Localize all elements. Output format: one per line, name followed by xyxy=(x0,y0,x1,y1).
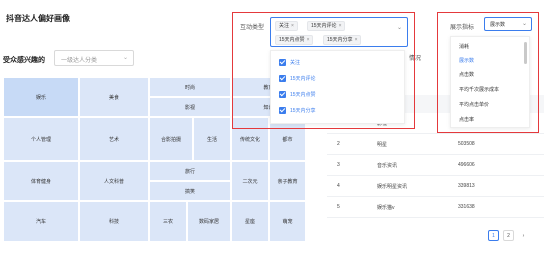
name-cell: 娱乐猫v xyxy=(377,205,395,211)
name-cell: 娱乐明星资讯 xyxy=(377,184,408,190)
treemap-tile[interactable]: 搞笑 xyxy=(149,181,231,201)
table-row[interactable]: 2 明星 503508 xyxy=(327,134,544,155)
menu-item-cpm[interactable]: 平均千次展示成本 xyxy=(459,86,499,93)
tag-label: 15天内点赞 xyxy=(279,37,305,43)
value-cell: 339813 xyxy=(458,183,475,189)
table-row[interactable]: 4 娱乐明星资讯 339813 xyxy=(327,176,544,197)
treemap-tile[interactable]: 美食 xyxy=(79,77,149,117)
chevron-down-icon: ⌄ xyxy=(396,25,402,31)
rank-cell: 2 xyxy=(337,141,340,147)
close-icon[interactable]: × xyxy=(291,23,294,29)
treemap-tile[interactable]: 传统文化 xyxy=(231,117,269,161)
menu-item-cost[interactable]: 消耗 xyxy=(459,43,469,50)
value-cell: 331638 xyxy=(458,204,475,210)
checkbox-checked-icon[interactable] xyxy=(279,58,286,66)
table-row[interactable]: 3 音乐资讯 496606 xyxy=(327,155,544,176)
treemap-tile[interactable]: 个人管理 xyxy=(3,117,79,161)
scrollbar[interactable] xyxy=(524,42,527,64)
treemap-tile[interactable]: 艺术 xyxy=(79,117,149,161)
treemap-tile[interactable]: 时尚 xyxy=(149,77,231,97)
menu-item-clicks[interactable]: 点击数 xyxy=(459,71,474,78)
chevron-down-icon: ⌄ xyxy=(122,55,128,61)
close-icon[interactable]: × xyxy=(355,37,358,43)
rank-cell: 5 xyxy=(337,204,340,210)
menu-item-ctr[interactable]: 点击率 xyxy=(459,116,474,123)
page-2-button[interactable]: 2 xyxy=(503,230,514,241)
section-title: 受众感兴趣的 xyxy=(3,57,45,64)
metric-select[interactable]: 展示数 ⌄ xyxy=(484,17,532,31)
category-select-placeholder: 一级达人分类 xyxy=(61,58,98,64)
treemap-tile[interactable]: 人文科普 xyxy=(79,161,149,201)
menu-item-label: 15天内评论 xyxy=(290,75,316,82)
name-cell: 明星 xyxy=(377,142,388,148)
treemap-tile[interactable]: 星座 xyxy=(231,201,269,242)
treemap-tile[interactable]: 三农 xyxy=(149,201,187,242)
interest-treemap: 娱乐 美食 时尚 教育 影视 知识 个人管理 艺术 合影拍摄 生活 传统文化 都… xyxy=(3,77,306,242)
tag-share[interactable]: 15天内分享 × xyxy=(323,35,362,45)
tag-label: 15天内评论 xyxy=(311,23,337,29)
category-select[interactable]: 一级达人分类 ⌄ xyxy=(54,50,134,66)
checkbox-checked-icon[interactable] xyxy=(279,90,286,98)
interaction-type-select[interactable]: 关注 × 15天内评论 × 15天内点赞 × 15天内分享 × ⌄ xyxy=(270,17,408,47)
metric-menu: 消耗 展示数 点击数 平均千次展示成本 平均点击单价 点击率 xyxy=(450,36,530,128)
treemap-tile[interactable]: 数码家居 xyxy=(187,201,231,242)
treemap-tile[interactable]: 汽车 xyxy=(3,201,79,242)
treemap-tile[interactable]: 体育健身 xyxy=(3,161,79,201)
menu-item-label: 15天内分享 xyxy=(290,107,316,114)
table-heading: 情况 xyxy=(409,56,422,62)
treemap-tile[interactable]: 萌宠 xyxy=(269,201,306,242)
table-row[interactable]: 5 娱乐猫v 331638 xyxy=(327,197,544,218)
metric-select-value: 展示数 xyxy=(490,22,506,28)
menu-item-share[interactable]: 15天内分享 xyxy=(279,104,316,116)
tag-comment[interactable]: 15天内评论 × xyxy=(307,21,346,31)
menu-item-cpc[interactable]: 平均点击单价 xyxy=(459,101,489,108)
menu-item-impressions[interactable]: 展示数 xyxy=(459,57,474,64)
tag-like[interactable]: 15天内点赞 × xyxy=(275,35,314,45)
treemap-tile[interactable]: 娱乐 xyxy=(3,77,79,117)
treemap-tile[interactable]: 科技 xyxy=(79,201,149,242)
treemap-tile[interactable]: 生活 xyxy=(193,117,231,161)
tag-follow[interactable]: 关注 × xyxy=(275,21,298,31)
treemap-tile[interactable]: 亲子教育 xyxy=(269,161,306,201)
metric-label: 展示指标 xyxy=(450,25,475,31)
page-title: 抖音达人偏好画像 xyxy=(6,14,70,23)
next-page-button[interactable]: › xyxy=(518,230,529,241)
tag-label: 15天内分享 xyxy=(327,37,353,43)
chevron-down-icon: ⌄ xyxy=(521,21,527,27)
close-icon[interactable]: × xyxy=(339,23,342,29)
menu-item-follow[interactable]: 关注 xyxy=(279,56,300,68)
interaction-type-label: 互动类型 xyxy=(240,25,265,31)
menu-item-like[interactable]: 15天内点赞 xyxy=(279,88,316,100)
menu-item-label: 15天内点赞 xyxy=(290,91,316,98)
value-cell: 496606 xyxy=(458,162,475,168)
checkbox-checked-icon[interactable] xyxy=(279,74,286,82)
treemap-tile[interactable]: 旅行 xyxy=(149,161,231,181)
page-1-button[interactable]: 1 xyxy=(488,230,499,241)
tag-label: 关注 xyxy=(279,23,290,29)
name-cell: 音乐资讯 xyxy=(377,163,398,169)
value-cell: 503508 xyxy=(458,141,475,147)
menu-item-label: 关注 xyxy=(290,59,301,66)
rank-cell: 4 xyxy=(337,183,340,189)
menu-item-comment[interactable]: 15天内评论 xyxy=(279,72,316,84)
interaction-type-menu: 关注 15天内评论 15天内点赞 15天内分享 xyxy=(270,50,405,124)
treemap-tile[interactable]: 二次元 xyxy=(231,161,269,201)
close-icon[interactable]: × xyxy=(307,37,310,43)
checkbox-checked-icon[interactable] xyxy=(279,106,286,114)
treemap-tile[interactable]: 合影拍摄 xyxy=(149,117,193,161)
treemap-tile[interactable]: 影视 xyxy=(149,97,231,117)
rank-cell: 3 xyxy=(337,162,340,168)
